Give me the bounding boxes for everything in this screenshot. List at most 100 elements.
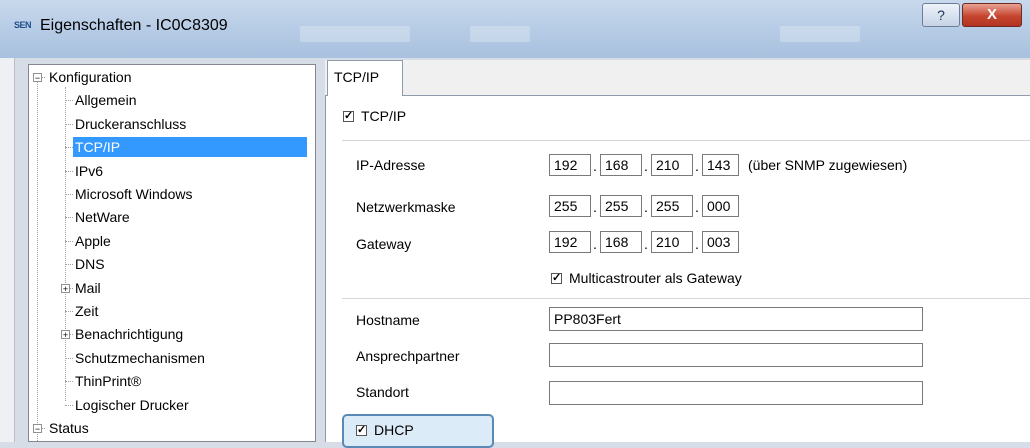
tree-item[interactable]: ThinPrint® bbox=[73, 371, 143, 391]
group-separator bbox=[342, 298, 1030, 299]
ip-octet-1[interactable]: 192 bbox=[549, 154, 591, 176]
tree-connector bbox=[65, 170, 73, 172]
tree-item[interactable]: Konfiguration bbox=[47, 67, 134, 87]
netmask-octet-2[interactable]: 255 bbox=[600, 195, 642, 217]
collapse-icon[interactable]: − bbox=[33, 73, 42, 83]
gateway-octet-3[interactable]: 210 bbox=[651, 231, 693, 253]
tree-item[interactable]: Status bbox=[47, 418, 91, 438]
multicast-gateway-checkbox[interactable]: ✓ bbox=[551, 273, 562, 284]
tree-item[interactable]: Druckeranschluss bbox=[73, 114, 188, 134]
title-bar: SEN Eigenschaften - IC0C8309 ? X bbox=[0, 0, 1030, 58]
tree-item-label: IPv6 bbox=[75, 162, 104, 179]
tree-item-label: Zeit bbox=[75, 303, 99, 319]
tree-connector bbox=[65, 311, 73, 312]
close-button[interactable]: X bbox=[962, 3, 1022, 27]
hostname-label: Hostname bbox=[356, 312, 420, 328]
tree-connector bbox=[65, 87, 66, 401]
tree-item[interactable]: Zeit bbox=[73, 301, 100, 321]
tree-connector bbox=[65, 194, 73, 195]
tree-connector bbox=[65, 264, 73, 266]
tree-connector bbox=[65, 123, 73, 125]
check-icon: ✓ bbox=[357, 424, 367, 436]
netmask-dot: . bbox=[695, 199, 699, 215]
tree-item[interactable]: Benachrichtigung bbox=[73, 324, 185, 344]
background-window-edge bbox=[0, 58, 15, 442]
tree-item-label: DNS bbox=[75, 256, 105, 273]
netmask-octet-4[interactable]: 000 bbox=[702, 195, 739, 217]
check-icon: ✓ bbox=[552, 272, 562, 284]
tree-item-label: NetWare bbox=[75, 209, 130, 226]
tree-item-label: Allgemein bbox=[75, 92, 137, 109]
expand-icon[interactable]: + bbox=[61, 330, 70, 340]
tree-item[interactable]: Microsoft Windows bbox=[73, 184, 194, 204]
tree-item[interactable]: Logischer Drucker bbox=[73, 395, 191, 415]
netmask-octet-3[interactable]: 255 bbox=[651, 195, 693, 217]
app-icon: SEN bbox=[14, 20, 32, 30]
background-ghost bbox=[780, 26, 860, 42]
contact-field[interactable] bbox=[549, 343, 923, 367]
ip-octet-2[interactable]: 168 bbox=[600, 154, 642, 176]
tree-item[interactable]: Mail bbox=[73, 278, 103, 298]
tree-connector bbox=[65, 404, 73, 406]
hostname-field[interactable]: PP803Fert bbox=[549, 307, 923, 331]
tree-item[interactable]: NetWare bbox=[73, 207, 132, 227]
location-field[interactable] bbox=[549, 381, 923, 405]
ip-octet-4[interactable]: 143 bbox=[702, 154, 739, 176]
multicast-gateway-label: Multicastrouter als Gateway bbox=[569, 270, 742, 286]
tree-item[interactable]: Schutzmechanismen bbox=[73, 348, 207, 368]
tree-item-label: Mail bbox=[75, 279, 101, 296]
help-button[interactable]: ? bbox=[922, 3, 960, 27]
dhcp-checkbox[interactable]: ✓ bbox=[356, 425, 367, 436]
tree-connector bbox=[65, 240, 73, 242]
group-separator bbox=[342, 140, 1030, 141]
netmask-dot: . bbox=[593, 199, 597, 215]
ip-dot: . bbox=[644, 158, 648, 174]
check-icon: ✓ bbox=[344, 110, 354, 122]
gateway-octet-4[interactable]: 003 bbox=[702, 231, 739, 253]
tree-item[interactable]: Allgemein bbox=[73, 90, 138, 110]
tree-item-label: Schutzmechanismen bbox=[75, 349, 205, 366]
navigation-tree[interactable]: Konfiguration − Allgemein Druckeranschluss T… bbox=[28, 64, 316, 442]
tree-item[interactable]: IPv6 bbox=[73, 161, 105, 181]
tree-connector bbox=[65, 100, 73, 102]
help-icon: ? bbox=[937, 7, 945, 23]
tree-item-label: Druckeranschluss bbox=[75, 115, 187, 132]
tab-label: TCP/IP bbox=[334, 69, 380, 85]
tree-connector bbox=[65, 147, 73, 149]
tcpip-checkbox[interactable]: ✓ bbox=[343, 111, 354, 122]
close-icon: X bbox=[986, 6, 997, 23]
location-label: Standort bbox=[356, 384, 409, 400]
ip-note: (über SNMP zugewiesen) bbox=[748, 157, 908, 173]
ip-address-label: IP-Adresse bbox=[356, 157, 426, 173]
background-ghost bbox=[470, 26, 530, 42]
gateway-dot: . bbox=[644, 236, 648, 252]
tab-tcpip[interactable]: TCP/IP bbox=[327, 60, 403, 96]
gateway-octet-2[interactable]: 168 bbox=[600, 231, 642, 253]
netmask-label: Netzwerkmaske bbox=[356, 199, 456, 215]
gateway-octet-1[interactable]: 192 bbox=[549, 231, 591, 253]
tree-item-label: ThinPrint® bbox=[75, 373, 142, 390]
tcpip-checkbox-label: TCP/IP bbox=[361, 108, 407, 124]
tree-item-label: Konfiguration bbox=[49, 69, 132, 85]
window-title: Eigenschaften - IC0C8309 bbox=[40, 17, 228, 34]
tree-connector bbox=[37, 81, 38, 427]
tree-connector bbox=[65, 381, 73, 383]
netmask-dot: . bbox=[644, 199, 648, 215]
tree-item-label: Benachrichtigung bbox=[75, 326, 184, 343]
expand-icon[interactable]: + bbox=[61, 283, 70, 293]
tree-item-label: Logischer Drucker bbox=[75, 396, 189, 413]
background-ghost bbox=[300, 26, 410, 42]
tree-item-label: Apple bbox=[75, 232, 111, 249]
tree-item[interactable]: DNS bbox=[73, 254, 107, 274]
tree-item-label: Microsoft Windows bbox=[75, 186, 193, 202]
gateway-dot: . bbox=[695, 236, 699, 252]
tree-connector bbox=[65, 357, 73, 359]
dhcp-label: DHCP bbox=[374, 422, 414, 438]
tree-item[interactable]: Apple bbox=[73, 231, 113, 251]
ip-octet-3[interactable]: 210 bbox=[651, 154, 693, 176]
netmask-octet-1[interactable]: 255 bbox=[549, 195, 591, 217]
tree-item[interactable]: TCP/IP bbox=[73, 137, 307, 158]
ip-dot: . bbox=[695, 158, 699, 174]
collapse-icon[interactable]: − bbox=[33, 424, 42, 434]
gateway-label: Gateway bbox=[356, 236, 412, 252]
